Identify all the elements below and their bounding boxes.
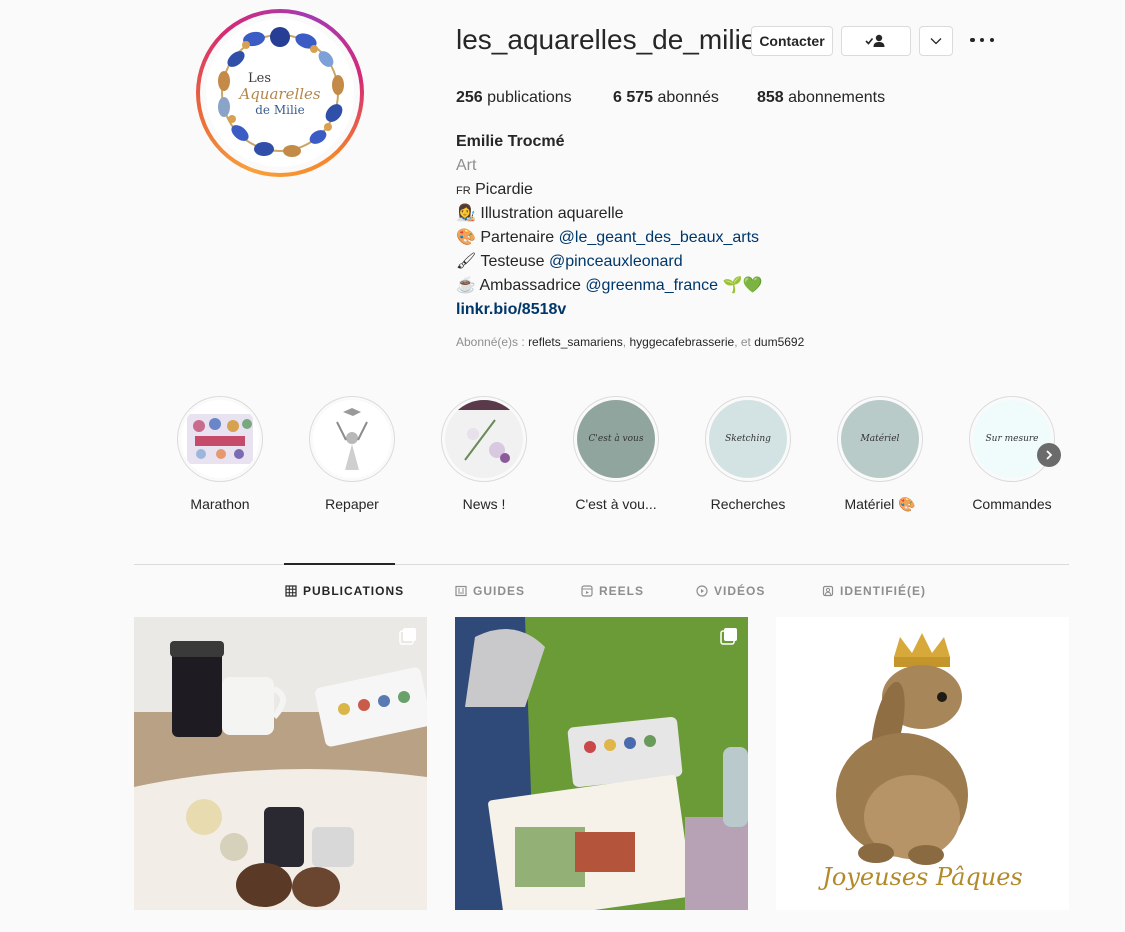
highlight-repaper[interactable]: Repaper [297,396,407,512]
bio-line-location: FR Picardie [456,181,533,198]
tab-guides[interactable]: GUIDES [455,584,525,598]
highlight-label: Recherches [710,496,786,512]
bio-line-ambassador: ☕ Ambassadrice @greenma_france 🌱💚 [456,277,763,294]
followers-count[interactable]: 6 575 abonnés [613,89,719,107]
highlight-news[interactable]: News ! [429,396,539,512]
highlight-cover: Sur mesure [973,400,1051,478]
highlight-label: News ! [462,496,506,512]
contact-button[interactable]: Contacter [751,26,833,56]
play-icon [696,585,708,597]
highlight-cover [313,400,391,478]
following-count[interactable]: 858 abonnements [757,89,885,107]
post-image-coffee-painting [134,617,427,910]
post-thumbnail[interactable]: Joyeuses Pâques [776,617,1069,910]
chevron-down-icon [930,38,942,45]
highlight-label: Commandes [972,496,1052,512]
avatar-text-milie: de Milie [255,103,305,117]
tab-reels[interactable]: REELS [581,584,644,598]
post-caption-text: Joyeuses Pâques [822,863,1023,891]
multiple-photos-icon [720,628,737,645]
guide-icon [455,585,467,597]
profile-avatar[interactable]: Les Aquarelles de Milie [196,9,364,177]
tabs-divider [134,564,1069,565]
highlight-cover: Matériel [841,400,919,478]
avatar-wreath-logo: Les Aquarelles de Milie [206,19,354,167]
highlight-cover [181,400,259,478]
mention-link[interactable]: @pinceauxleonard [549,253,683,270]
bio-line-partner: 🎨 Partenaire @le_geant_des_beaux_arts [456,229,760,246]
avatar-text-aquarelles: Aquarelles [239,85,321,103]
chevron-right-icon [1046,450,1053,460]
suggestions-dropdown-button[interactable] [919,26,953,56]
highlight-c-est-a-vous[interactable]: C'est à vous C'est à vou... [561,396,671,512]
person-check-icon [865,34,885,47]
following-button[interactable] [841,26,911,56]
website-link[interactable]: linkr.bio/8518v [456,298,566,322]
highlight-cover [445,400,523,478]
profile-full-name: Emilie Trocmé [456,133,565,150]
more-options-icon[interactable] [970,30,994,50]
profile-username: les_aquarelles_de_milie [456,24,757,55]
highlight-marathon[interactable]: Marathon [165,396,275,512]
highlight-cover: C'est à vous [577,400,655,478]
avatar-text-les: Les [248,71,271,86]
sprout-heart-emoji-icon: 🌱💚 [722,277,763,294]
reels-icon [581,585,593,597]
multiple-photos-icon [399,628,416,645]
post-thumbnail[interactable] [455,617,748,910]
post-image-outdoor-sketch [455,617,748,910]
brush-emoji-icon: 🖌 [456,253,477,270]
posts-count: 256 publications [456,89,572,106]
bio-line-illustration: 👩‍🎨 Illustration aquarelle [456,205,624,222]
tag-icon [822,585,834,597]
highlight-label: Repaper [325,496,379,512]
highlights-next-button[interactable] [1037,443,1061,467]
coffee-emoji-icon: ☕ [456,277,476,294]
highlight-materiel[interactable]: Matériel Matériel 🎨 [825,396,935,513]
highlight-label: Marathon [190,496,250,512]
active-tab-indicator [284,563,395,565]
mention-link[interactable]: @le_geant_des_beaux_arts [559,229,759,246]
bio-line-tester: 🖌 Testeuse @pinceauxleonard [456,253,683,270]
tab-publications[interactable]: PUBLICATIONS [285,584,404,598]
mention-link[interactable]: @greenma_france [585,277,718,294]
followed-by[interactable]: Abonné(e)s : reflets_samariens, hyggecaf… [456,335,804,349]
palette-emoji-icon: 🎨 [456,229,476,246]
highlight-recherches[interactable]: Sketching Recherches [693,396,803,512]
flag-icon: FR [456,185,471,197]
highlight-label: Matériel 🎨 [844,496,916,512]
artist-emoji-icon: 👩‍🎨 [456,205,476,222]
tab-videos[interactable]: VIDÉOS [696,584,765,598]
grid-icon [285,585,297,597]
post-thumbnail[interactable] [134,617,427,910]
highlight-cover: Sketching [709,400,787,478]
tab-tagged[interactable]: IDENTIFIÉ(E) [822,584,926,598]
profile-category: Art [456,157,477,174]
highlight-label: C'est à vou... [575,496,657,512]
